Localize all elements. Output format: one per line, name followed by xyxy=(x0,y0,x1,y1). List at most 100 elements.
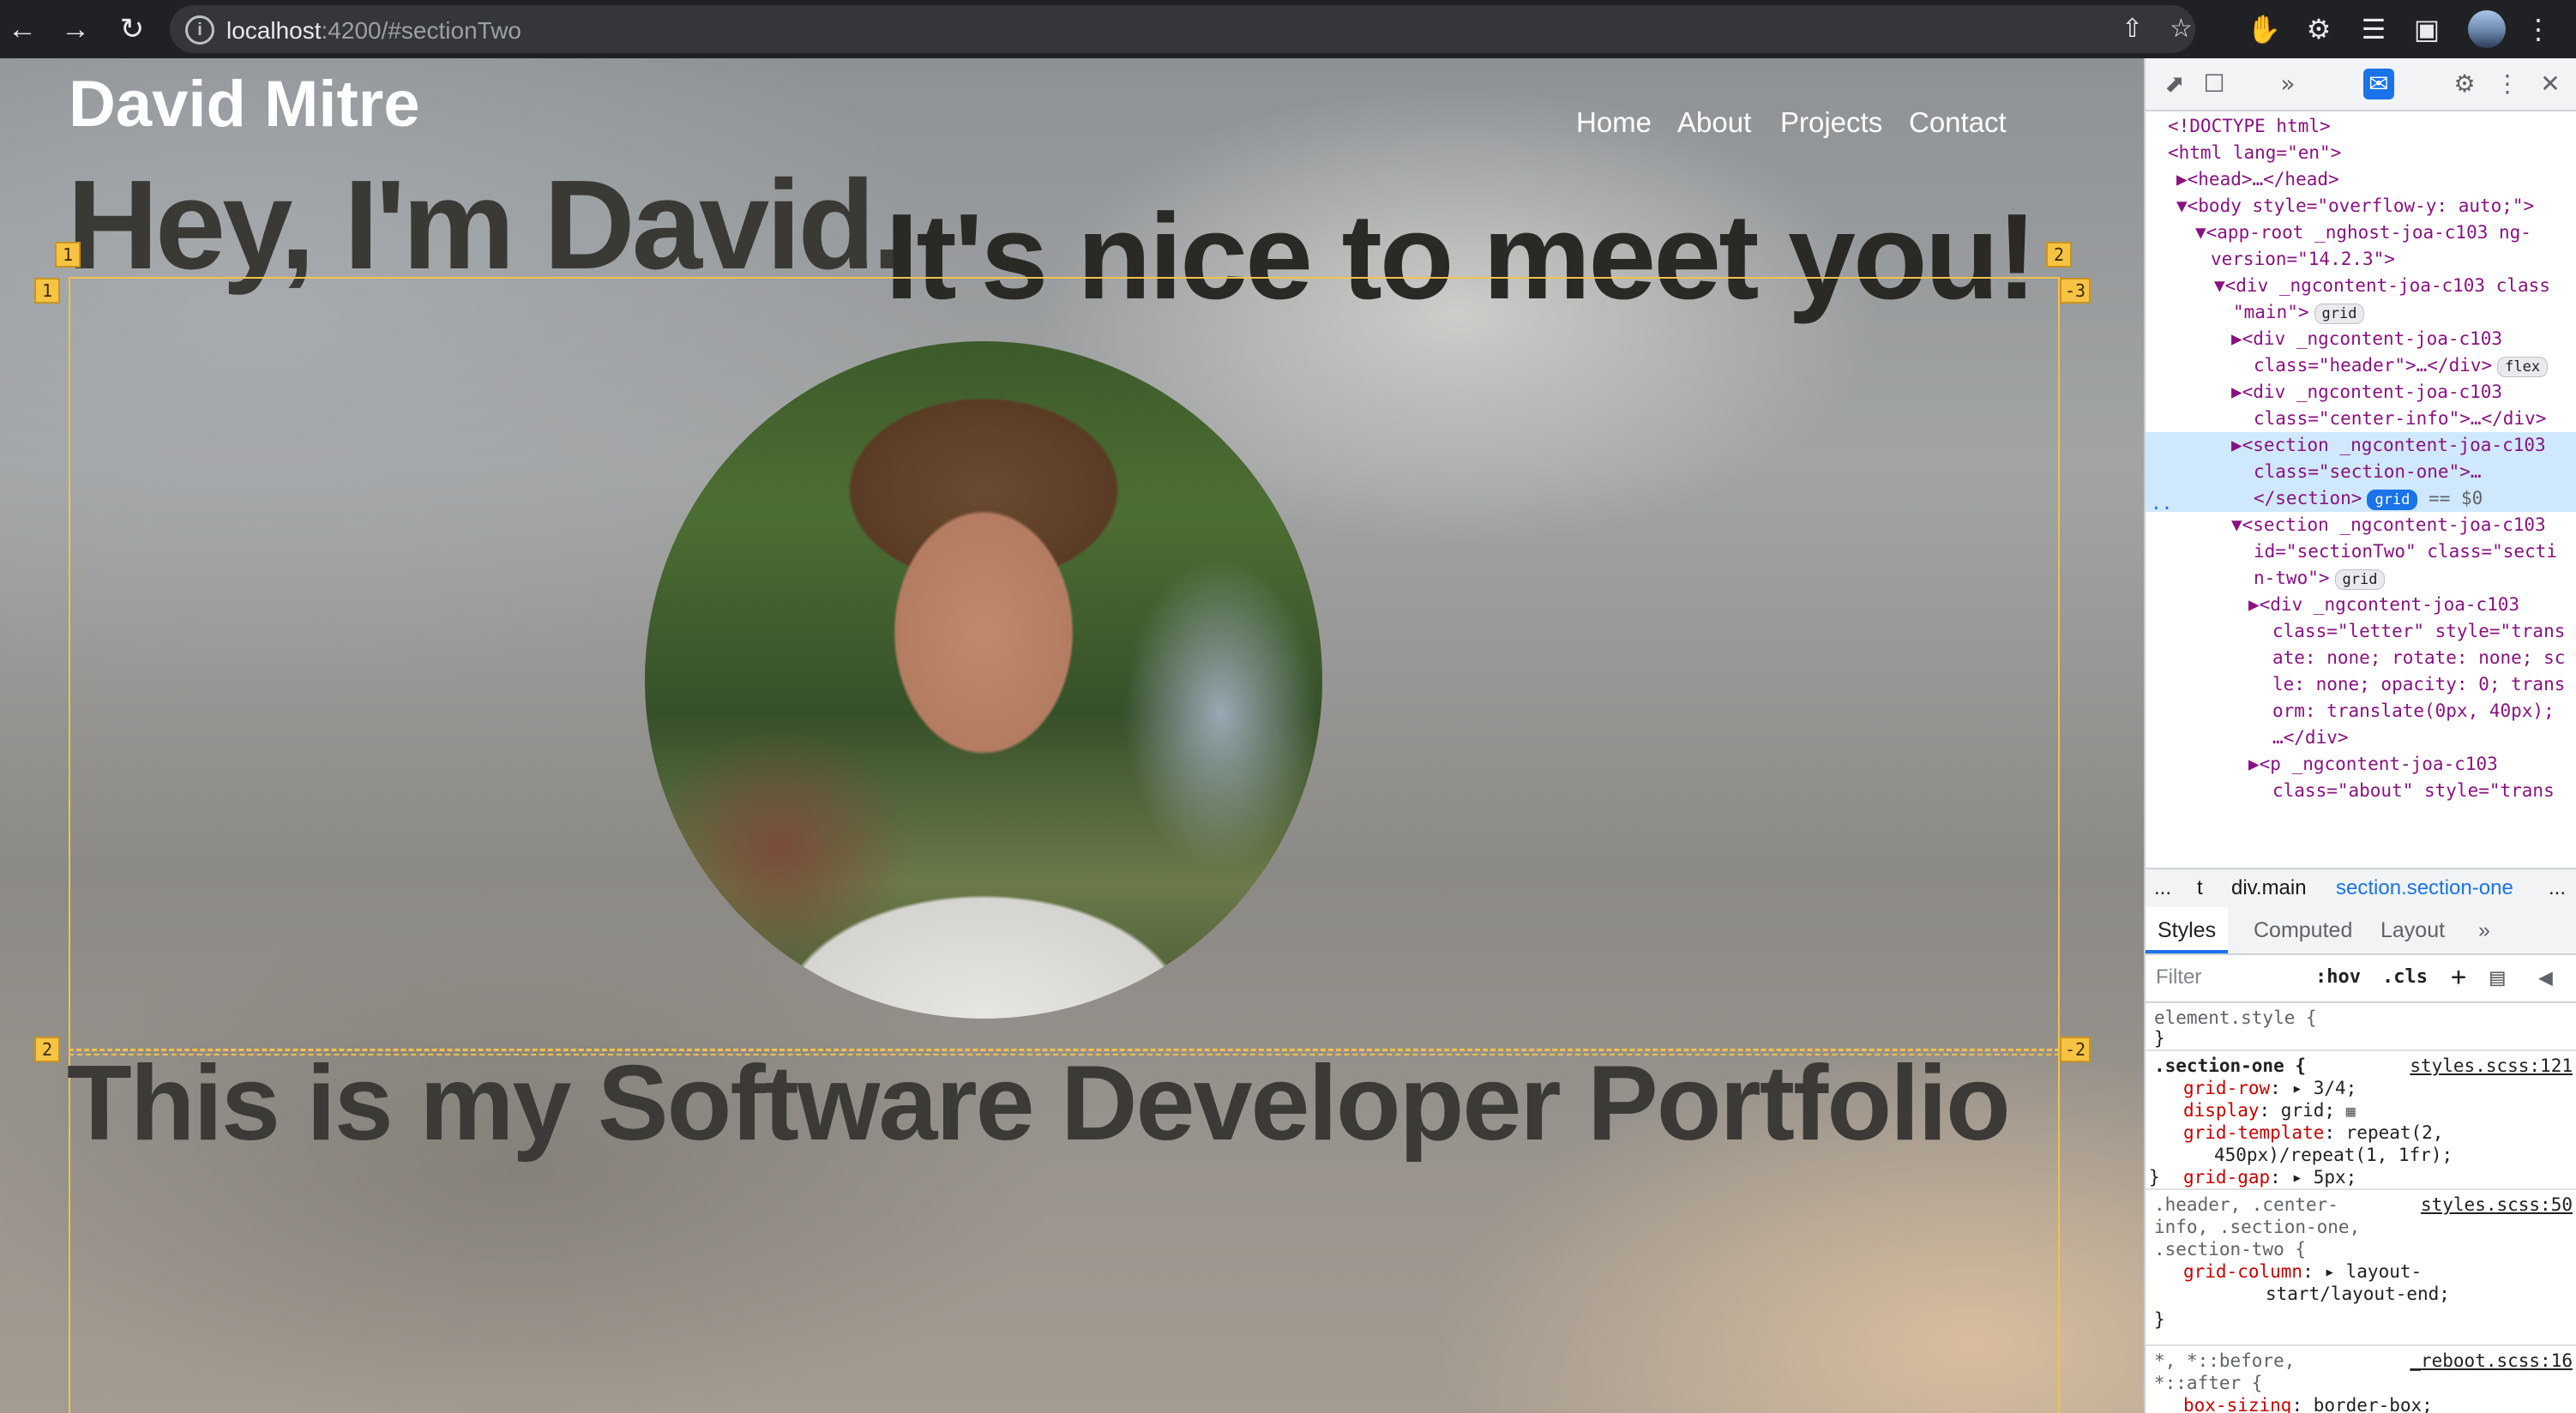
dom-node-header: class="header">…</div> flex xyxy=(2146,352,2576,379)
node-options-dots[interactable]: ... xyxy=(2146,490,2176,517)
breadcrumb-overflow-right[interactable]: ... xyxy=(2549,869,2566,907)
dom-node: class="about" style="trans xyxy=(2272,780,2555,801)
url-text[interactable]: localhost:4200/#sectionTwo xyxy=(226,17,521,45)
grid-row-badge: 1 xyxy=(34,278,60,304)
rule-reboot-box-sizing: *, *::before, _reboot.scss:16 *::after {… xyxy=(2146,1346,2576,1413)
grid-row-badge: -3 xyxy=(2060,278,2091,304)
dom-node[interactable]: ▼<app-root _nghost-joa-c103 ng- xyxy=(2146,219,2576,246)
css-property[interactable]: grid-gap: ▸ 5px; xyxy=(2183,1166,2356,1188)
prop-name: box-sizing xyxy=(2183,1395,2292,1413)
breadcrumb-overflow-left[interactable]: ... xyxy=(2154,869,2171,907)
rule-source-link[interactable]: styles.scss:121 xyxy=(2410,1055,2573,1077)
dom-node-selected[interactable]: ▶<section _ngcontent-joa-c103 xyxy=(2146,432,2576,459)
prop-name: display xyxy=(2183,1100,2260,1121)
dom-node-selected-close[interactable]: </section> grid == $0 xyxy=(2146,485,2576,512)
profile-avatar[interactable] xyxy=(2468,10,2506,48)
dom-node: orm: translate(0px, 40px); xyxy=(2272,700,2555,721)
styles-filter-input[interactable]: Filter xyxy=(2156,962,2302,993)
css-property[interactable]: display: grid; ▦ xyxy=(2183,1099,2356,1123)
dom-node-selected[interactable]: class="section-one">… xyxy=(2146,459,2576,485)
rule-selector-continuation: *::after { xyxy=(2154,1373,2263,1393)
bookmark-star-icon[interactable]: ☆ xyxy=(2170,15,2193,43)
tab-layout[interactable]: Layout xyxy=(2368,907,2457,953)
hov-toggle[interactable]: :hov xyxy=(2315,953,2361,1001)
chrome-menu-icon[interactable]: ⋮ xyxy=(2521,12,2555,46)
dom-node[interactable]: ▼<section _ngcontent-joa-c103 xyxy=(2146,512,2576,538)
extensions-puzzle-icon[interactable]: ⚙ xyxy=(2302,12,2336,46)
rule-element-style: element.style { } xyxy=(2146,1001,2576,1051)
side-panel-icon[interactable]: ▣ xyxy=(2410,12,2444,46)
dom-node[interactable]: ▶<p _ngcontent-joa-c103 xyxy=(2146,751,2576,778)
dom-node[interactable]: ▶<div _ngcontent-joa-c103 xyxy=(2146,379,2576,406)
nav-about[interactable]: About xyxy=(1677,106,1751,139)
dom-node: version="14.2.3"> xyxy=(2211,249,2395,269)
tab-computed[interactable]: Computed xyxy=(2242,907,2364,953)
nav-contact[interactable]: Contact xyxy=(1909,106,2007,139)
prop-name: grid-template xyxy=(2183,1122,2325,1143)
grid-badge[interactable]: grid xyxy=(2314,304,2365,324)
forward-arrow-icon[interactable]: → xyxy=(58,12,93,46)
reload-icon[interactable]: ↻ xyxy=(115,12,149,46)
css-property[interactable]: grid-column: ▸ layout- xyxy=(2183,1260,2422,1283)
media-queue-icon[interactable]: ☰ xyxy=(2356,12,2391,46)
device-toolbar-icon[interactable]: ☐ xyxy=(2199,69,2230,99)
grid-editor-icon[interactable]: ▦ xyxy=(2346,1103,2356,1121)
cls-toggle[interactable]: .cls xyxy=(2382,953,2428,1001)
css-property[interactable]: box-sizing: border-box; xyxy=(2183,1394,2433,1413)
site-info-icon[interactable]: i xyxy=(185,15,214,45)
devtools-menu-icon[interactable]: ⋮ xyxy=(2492,69,2523,99)
flex-badge[interactable]: flex xyxy=(2497,357,2549,377)
rule-selector[interactable]: .header, .center- xyxy=(2154,1194,2338,1216)
share-icon[interactable]: ⇧ xyxy=(2122,15,2143,43)
nav-home[interactable]: Home xyxy=(1576,106,1652,139)
dom-node[interactable]: ▶<head>…</head> xyxy=(2146,166,2576,193)
breadcrumb-item-selected[interactable]: section.section-one xyxy=(2336,869,2513,907)
more-tabs-icon[interactable]: » xyxy=(2466,907,2502,953)
nav-projects[interactable]: Projects xyxy=(1780,106,1882,139)
browser-toolbar: ← → ↻ i localhost:4200/#sectionTwo ⇧ ☆ ✋… xyxy=(0,0,2576,58)
rule-selector[interactable]: .section-one { xyxy=(2154,1055,2306,1077)
rule-source-link[interactable]: styles.scss:50 xyxy=(2421,1194,2573,1216)
css-property-continuation: 450px)/repeat(1, 1fr); xyxy=(2214,1144,2453,1166)
dom-node[interactable]: ▶<div _ngcontent-joa-c103 xyxy=(2146,592,2576,618)
dom-node: …</div> xyxy=(2272,727,2349,748)
css-property-continuation: start/layout-end; xyxy=(2266,1283,2450,1305)
extension-stop-icon[interactable]: ✋ xyxy=(2247,12,2281,46)
address-bar[interactable]: i localhost:4200/#sectionTwo ⇧ ☆ xyxy=(170,5,2195,53)
dom-node[interactable]: <!DOCTYPE html> xyxy=(2146,113,2576,140)
page-viewport: David Mitre Home About Projects Contact … xyxy=(0,58,2144,1413)
dom-node[interactable]: ▶<div _ngcontent-joa-c103 xyxy=(2146,326,2576,352)
css-property[interactable]: grid-row: ▸ 3/4; xyxy=(2183,1077,2356,1099)
dom-node-text: "main"> xyxy=(2233,302,2309,322)
dom-tree: <!DOCTYPE html> <html lang="en"> ▶<head>… xyxy=(2146,113,2576,868)
rule-selector[interactable]: element.style { xyxy=(2154,1007,2317,1029)
rule-close: } xyxy=(2154,1028,2165,1049)
prop-value: start/layout-end; xyxy=(2266,1284,2450,1304)
grid-badge[interactable]: grid xyxy=(2367,490,2418,510)
css-property[interactable]: grid-template: repeat(2, xyxy=(2183,1121,2443,1144)
prop-name: grid-column xyxy=(2183,1261,2303,1282)
breadcrumb-item-main[interactable]: div.main xyxy=(2231,869,2307,907)
site-title[interactable]: David Mitre xyxy=(69,67,420,141)
dom-node[interactable]: <html lang="en"> xyxy=(2146,140,2576,166)
close-devtools-icon[interactable]: ✕ xyxy=(2535,69,2566,99)
url-path: :4200/#sectionTwo xyxy=(321,17,522,44)
new-rule-plus-icon[interactable]: + xyxy=(2451,953,2466,1001)
prop-value: : ▸ 5px; xyxy=(2270,1167,2357,1188)
back-arrow-icon[interactable]: ← xyxy=(5,12,39,46)
computed-styles-brush-icon[interactable]: ▤ xyxy=(2490,953,2505,1001)
grid-badge[interactable]: grid xyxy=(2334,569,2386,590)
breadcrumb-item[interactable]: t xyxy=(2197,869,2203,907)
inspect-element-icon[interactable]: ⬈ xyxy=(2159,69,2190,99)
tab-styles[interactable]: Styles xyxy=(2146,907,2229,953)
rule-selector[interactable]: *, *::before, xyxy=(2154,1350,2295,1372)
toggle-sidebar-icon[interactable]: ◀ xyxy=(2538,953,2553,1001)
styles-filter-bar: Filter :hov .cls + ▤ ◀ xyxy=(2146,953,2576,1003)
settings-gear-icon[interactable]: ⚙ xyxy=(2449,69,2480,99)
more-panels-icon[interactable]: » xyxy=(2272,69,2303,99)
devtools-panel: ⬈ ☐ » ✉ ⚙ ⋮ ✕ <!DOCTYPE html> <html lang… xyxy=(2144,58,2576,1413)
dom-node[interactable]: ▼<div _ngcontent-joa-c103 class xyxy=(2146,273,2576,299)
issues-icon[interactable]: ✉ xyxy=(2363,69,2394,99)
rule-source-link[interactable]: _reboot.scss:16 xyxy=(2410,1350,2573,1372)
dom-node[interactable]: ▼<body style="overflow-y: auto;"> xyxy=(2146,193,2576,219)
